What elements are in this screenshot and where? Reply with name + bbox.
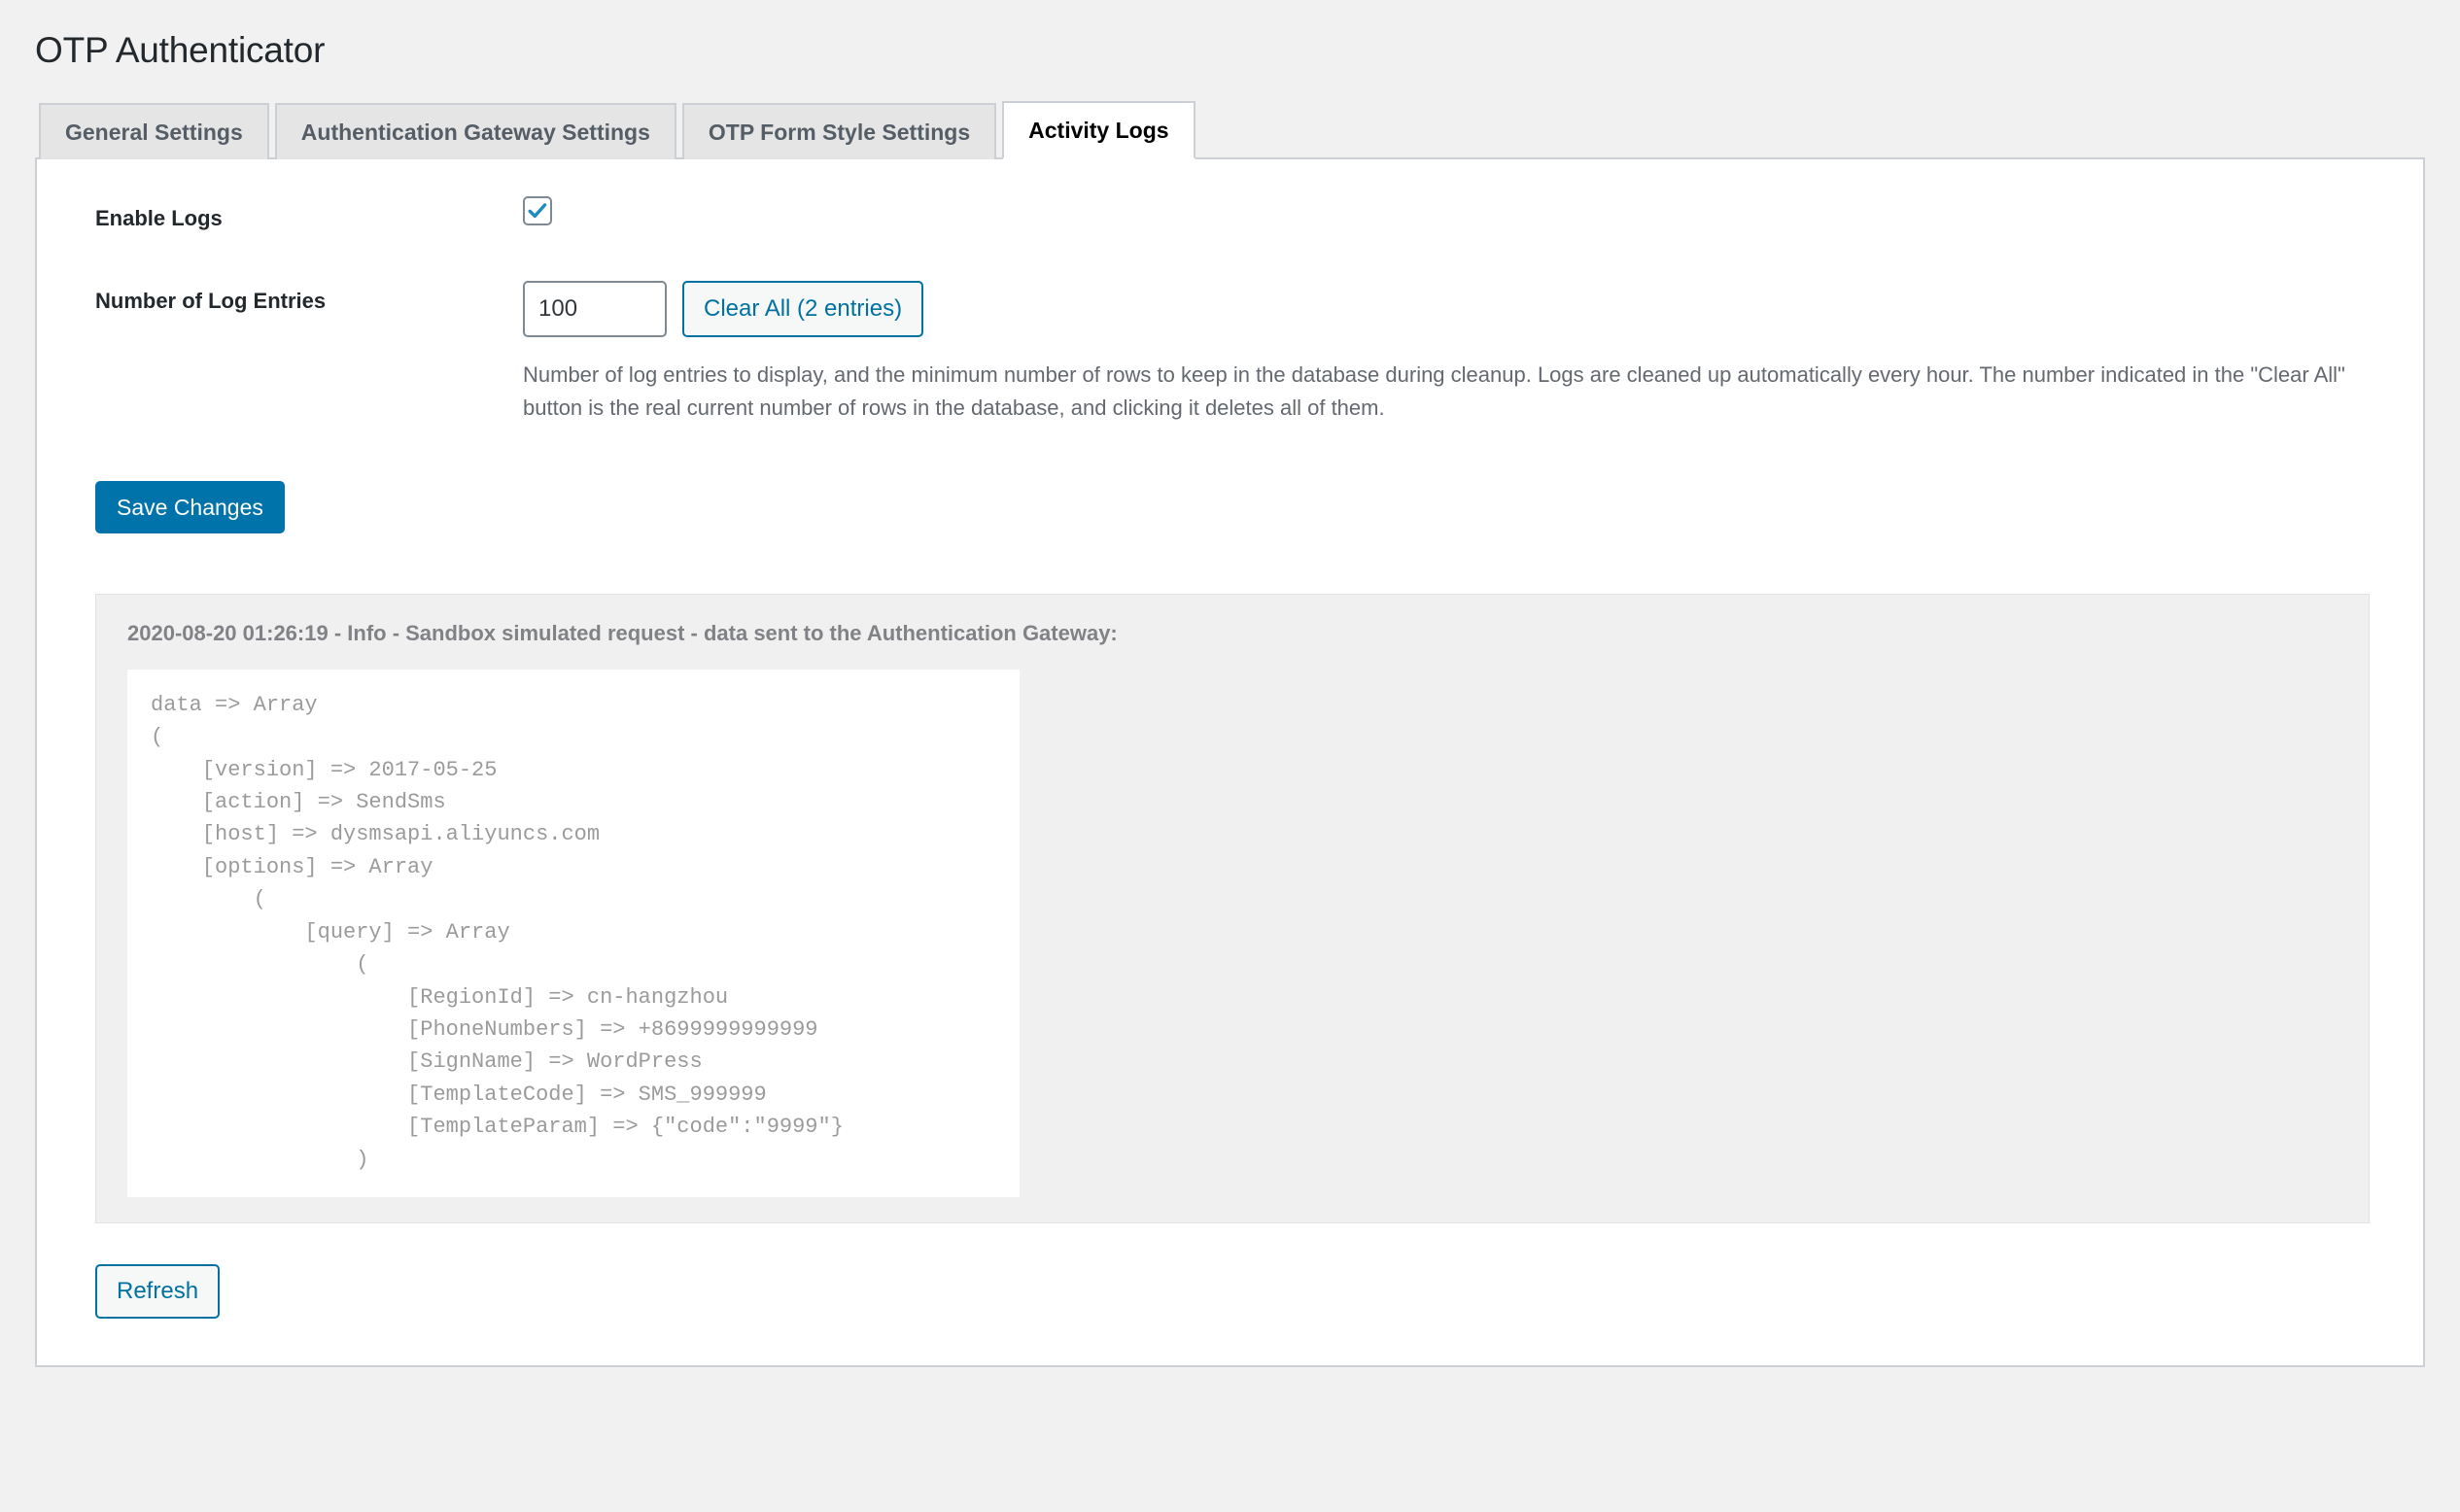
log-entries-field: Clear All (2 entries) Number of log entr… bbox=[523, 280, 2365, 425]
settings-page: OTP Authenticator General Settings Authe… bbox=[0, 0, 2460, 1512]
enable-logs-field bbox=[523, 196, 2365, 228]
save-changes-button[interactable]: Save Changes bbox=[95, 481, 285, 534]
settings-panel: Enable Logs Number of Log Entries Clear … bbox=[35, 159, 2425, 1368]
check-icon bbox=[527, 200, 548, 222]
enable-logs-checkbox[interactable] bbox=[523, 196, 552, 226]
log-entries-description: Number of log entries to display, and th… bbox=[523, 361, 2345, 420]
log-entries-row: Number of Log Entries Clear All (2 entri… bbox=[95, 280, 2365, 425]
tab-bar: General Settings Authentication Gateway … bbox=[35, 101, 2425, 160]
log-entries-controls: Clear All (2 entries) bbox=[523, 280, 2365, 337]
refresh-button[interactable]: Refresh bbox=[95, 1264, 221, 1320]
tab-authentication-gateway-settings[interactable]: Authentication Gateway Settings bbox=[274, 103, 676, 160]
log-entry-body: data => Array ( [version] => 2017-05-25 … bbox=[151, 692, 844, 1172]
tab-general-settings[interactable]: General Settings bbox=[39, 103, 269, 160]
activity-log-list: 2020-08-20 01:26:19 - Info - Sandbox sim… bbox=[95, 594, 2370, 1224]
page-title: OTP Authenticator bbox=[35, 30, 326, 70]
log-entry-code-block: data => Array ( [version] => 2017-05-25 … bbox=[127, 669, 1020, 1198]
enable-logs-row: Enable Logs bbox=[95, 196, 2365, 234]
tab-otp-form-style-settings[interactable]: OTP Form Style Settings bbox=[681, 103, 997, 160]
log-entries-input[interactable] bbox=[523, 280, 667, 337]
log-entries-label: Number of Log Entries bbox=[95, 288, 327, 313]
clear-all-button[interactable]: Clear All (2 entries) bbox=[682, 280, 924, 337]
tab-activity-logs[interactable]: Activity Logs bbox=[1002, 101, 1195, 160]
log-entry-title: 2020-08-20 01:26:19 - Info - Sandbox sim… bbox=[127, 621, 1118, 646]
enable-logs-label: Enable Logs bbox=[95, 206, 223, 231]
